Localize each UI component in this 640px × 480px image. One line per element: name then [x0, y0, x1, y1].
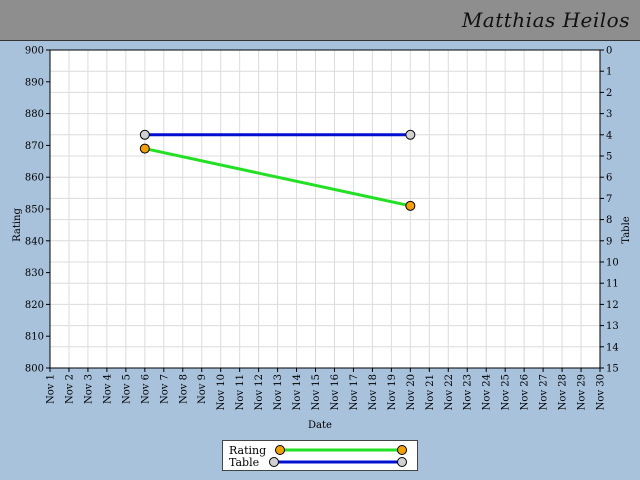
y2-tick-label: 14: [606, 342, 619, 353]
right-y-axis: 0123456789101112131415: [600, 46, 619, 375]
legend-marker: [397, 457, 407, 467]
y-tick-label: 880: [25, 109, 44, 120]
y2-tick-label: 8: [606, 215, 612, 226]
y2-axis-title: Table: [621, 216, 632, 243]
x-axis: Nov 1 Nov 2 Nov 3 Nov 4 Nov 5 Nov 6 Nov 7 Nov 8…: [46, 368, 607, 410]
y2-tick-label: 12: [606, 300, 619, 311]
x-tick-label: Nov 12: [254, 374, 265, 410]
y-tick-label: 870: [25, 141, 44, 152]
y2-tick-label: 6: [606, 173, 612, 184]
x-tick-label: Nov 6: [140, 374, 151, 404]
left-y-axis: 800 810 820 830 840 850 860 870 880 890 900: [25, 46, 50, 375]
legend: Rating Table: [222, 440, 418, 471]
y-tick-label: 810: [25, 332, 44, 343]
x-tick-label: Nov 28: [558, 374, 569, 410]
legend-marker: [269, 457, 279, 467]
y2-tick-label: 0: [606, 46, 612, 57]
y2-tick-label: 10: [606, 258, 619, 269]
x-tick-label: Nov 21: [425, 374, 436, 410]
y-tick-label: 850: [25, 205, 44, 216]
y-axis-title: Rating: [12, 208, 23, 242]
rating-chart: 800810820830840850860870880890900 012345…: [12, 46, 632, 432]
x-tick-label: Nov 30: [596, 374, 607, 410]
legend-marker: [397, 445, 407, 455]
y2-tick-label: 9: [606, 236, 612, 247]
x-tick-label: Nov 22: [444, 374, 455, 410]
x-tick-label: Nov 10: [216, 374, 227, 410]
y-tick-label: 840: [25, 236, 44, 247]
y-tick-label: 820: [25, 300, 44, 311]
plot-area: [49, 49, 601, 369]
x-tick-label: Nov 19: [387, 374, 398, 410]
x-tick-label: Nov 9: [197, 374, 208, 404]
y2-tick-label: 15: [606, 364, 619, 375]
x-tick-label: Nov 3: [83, 374, 94, 404]
x-axis-title: Date: [308, 420, 332, 431]
x-tick-label: Nov 11: [235, 374, 246, 410]
x-tick-label: Nov 20: [406, 374, 417, 410]
x-tick-label: Nov 14: [292, 374, 303, 410]
x-tick-label: Nov 2: [64, 374, 75, 404]
x-tick-label: Nov 13: [273, 374, 284, 410]
x-tick-label: Nov 7: [159, 374, 170, 404]
y-tick-label: 860: [25, 173, 44, 184]
x-tick-label: Nov 27: [539, 374, 550, 410]
x-tick-label: Nov 5: [121, 374, 132, 404]
x-tick-label: Nov 25: [501, 374, 512, 410]
data-point-table: [139, 129, 150, 140]
y2-tick-label: 5: [606, 152, 612, 163]
x-tick-label: Nov 23: [463, 374, 474, 410]
x-tick-label: Nov 26: [520, 374, 531, 410]
y2-tick-label: 3: [606, 109, 612, 120]
y-tick-label: 830: [25, 268, 44, 279]
data-point-rating: [139, 143, 150, 154]
x-tick-label: Nov 15: [311, 374, 322, 410]
y-tick-label: 890: [25, 77, 44, 88]
y2-tick-label: 2: [606, 88, 612, 99]
legend-swatches: [269, 445, 407, 467]
y2-tick-label: 13: [606, 321, 619, 332]
x-tick-label: Nov 4: [102, 374, 113, 404]
y2-tick-label: 1: [606, 67, 612, 78]
x-tick-label: Nov 29: [577, 374, 588, 410]
y-tick-label: 900: [25, 46, 44, 57]
x-tick-label: Nov 18: [368, 374, 379, 410]
legend-marker: [275, 445, 285, 455]
x-tick-label: Nov 16: [330, 374, 341, 410]
data-point-table: [405, 129, 416, 140]
y2-tick-label: 11: [606, 279, 619, 290]
y2-tick-label: 7: [606, 194, 612, 205]
x-tick-label: Nov 24: [482, 374, 493, 410]
y-tick-label: 800: [25, 364, 44, 375]
x-tick-label: Nov 17: [349, 374, 360, 410]
x-tick-label: Nov 8: [178, 374, 189, 404]
y2-tick-label: 4: [606, 130, 612, 141]
data-point-rating: [405, 200, 416, 211]
x-tick-label: Nov 1: [46, 374, 57, 404]
